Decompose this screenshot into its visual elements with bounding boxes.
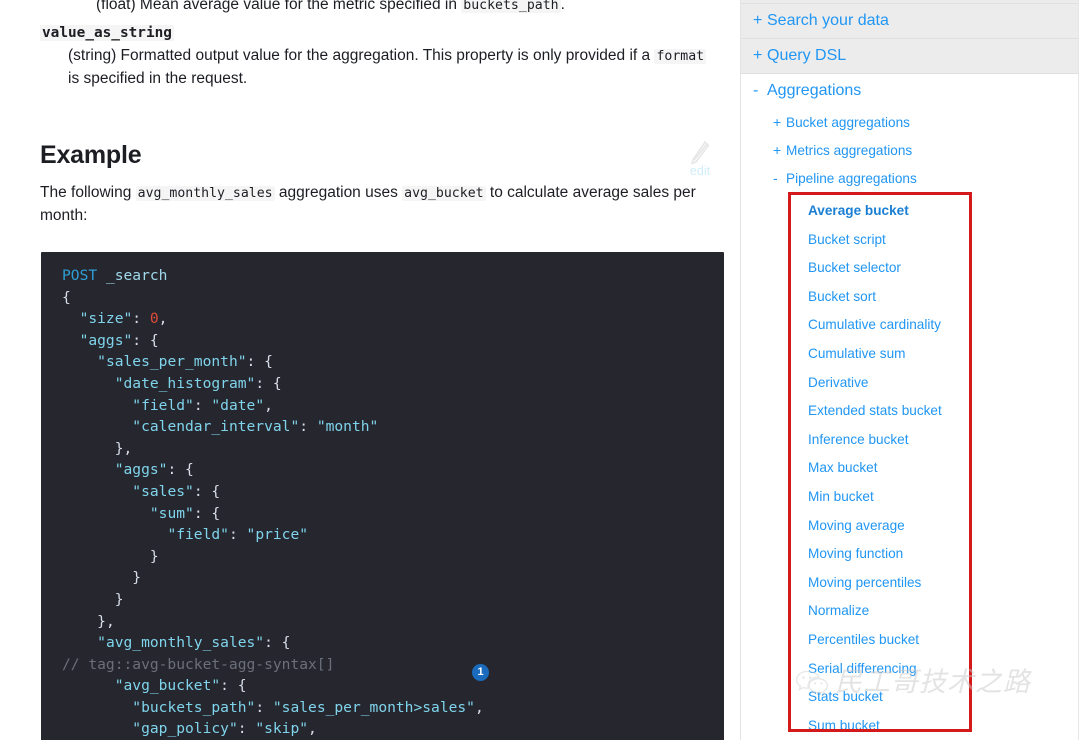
definition-term-value-as-string: value_as_string xyxy=(40,25,174,41)
sidebar-link-stats-bucket[interactable]: Stats bucket xyxy=(741,683,1078,712)
sidebar-subsection-label: Metrics aggregations xyxy=(786,143,912,158)
toggle-icon[interactable]: + xyxy=(773,143,786,157)
code-block-content: POST _search { "size": 0, "aggs": { "sal… xyxy=(41,252,724,740)
sidebar-link-percentiles-bucket[interactable]: Percentiles bucket xyxy=(741,626,1078,655)
http-path: _search xyxy=(106,267,168,284)
sidebar-section-label: Search your data xyxy=(767,12,889,30)
sidebar-navigation: +Search your data+Query DSL-Aggregations… xyxy=(740,0,1080,740)
sidebar-link-min-bucket[interactable]: Min bucket xyxy=(741,483,1078,512)
sidebar-link-cumulative-sum[interactable]: Cumulative sum xyxy=(741,340,1078,369)
documentation-content: (float) Mean average value for the metri… xyxy=(0,0,740,740)
code-callout-badge-1[interactable]: 1 xyxy=(472,664,489,681)
sidebar-link-serial-differencing[interactable]: Serial differencing xyxy=(741,655,1078,684)
sidebar-section-label: Aggregations xyxy=(767,82,861,100)
sidebar-link-max-bucket[interactable]: Max bucket xyxy=(741,454,1078,483)
term-desc-suffix: is specified in the request. xyxy=(68,70,247,87)
term-desc-prefix: (string) Formatted output value for the … xyxy=(68,47,654,64)
sidebar-section-label: Query DSL xyxy=(767,47,846,65)
definition-float-suffix: . xyxy=(561,0,565,13)
sidebar-leaf-list: Average bucketBucket scriptBucket select… xyxy=(741,192,1078,740)
sidebar-link-bucket-script[interactable]: Bucket script xyxy=(741,226,1078,255)
definition-float-description: (float) Mean average value for the metri… xyxy=(68,0,565,17)
definition-term-description: (string) Formatted output value for the … xyxy=(68,45,718,90)
toggle-icon[interactable]: + xyxy=(753,13,767,29)
sidebar-link-average-bucket[interactable]: Average bucket xyxy=(741,197,1078,226)
page-root: (float) Mean average value for the metri… xyxy=(0,0,1080,740)
edit-button[interactable]: edit xyxy=(682,140,718,178)
inline-code-buckets-path: buckets_path xyxy=(461,0,560,13)
sidebar-subsection-bucket-aggregations[interactable]: +Bucket aggregations xyxy=(741,108,1078,136)
sidebar-link-moving-percentiles[interactable]: Moving percentiles xyxy=(741,569,1078,598)
inline-code-format: format xyxy=(654,49,706,64)
toggle-icon[interactable]: + xyxy=(773,115,786,129)
sidebar-link-cumulative-cardinality[interactable]: Cumulative cardinality xyxy=(741,311,1078,340)
sidebar-link-bucket-sort[interactable]: Bucket sort xyxy=(741,283,1078,312)
sidebar-link-sum-bucket[interactable]: Sum bucket xyxy=(741,712,1078,740)
sidebar-subsection-pipeline-aggregations[interactable]: -Pipeline aggregations xyxy=(741,164,1078,192)
toggle-icon[interactable]: + xyxy=(753,48,767,64)
code-block-example[interactable]: POST _search { "size": 0, "aggs": { "sal… xyxy=(41,252,724,740)
sidebar-link-bucket-selector[interactable]: Bucket selector xyxy=(741,254,1078,283)
sidebar-subsection-label: Pipeline aggregations xyxy=(786,171,917,186)
sidebar-subsection-label: Bucket aggregations xyxy=(786,115,910,130)
sidebar-subsection-list: +Bucket aggregations+Metrics aggregation… xyxy=(741,108,1078,192)
sidebar-scroll-region[interactable]: +Search your data+Query DSL-Aggregations… xyxy=(741,0,1079,740)
para-part-2: aggregation uses xyxy=(275,184,403,201)
inline-code-avg-bucket: avg_bucket xyxy=(402,186,485,201)
sidebar-link-inference-bucket[interactable]: Inference bucket xyxy=(741,426,1078,455)
section-heading-example: Example xyxy=(40,140,141,170)
para-part-1: The following xyxy=(40,184,136,201)
sidebar-section-search-your-data[interactable]: +Search your data xyxy=(741,4,1078,39)
definition-float-prefix: (float) Mean average value for the metri… xyxy=(96,0,461,13)
http-method: POST xyxy=(62,267,97,284)
inline-code-avg-monthly-sales: avg_monthly_sales xyxy=(136,186,275,201)
sidebar-subsection-metrics-aggregations[interactable]: +Metrics aggregations xyxy=(741,136,1078,164)
toggle-icon[interactable]: - xyxy=(773,171,786,185)
sidebar-section-query-dsl[interactable]: +Query DSL xyxy=(741,39,1078,74)
edit-label: edit xyxy=(682,164,718,178)
sidebar-link-moving-function[interactable]: Moving function xyxy=(741,540,1078,569)
sidebar-link-moving-average[interactable]: Moving average xyxy=(741,512,1078,541)
toggle-icon[interactable]: - xyxy=(753,83,767,99)
sidebar-section-list: +Search your data+Query DSL-Aggregations xyxy=(741,4,1078,108)
definition-term-row: value_as_string xyxy=(40,24,174,42)
sidebar-section-aggregations[interactable]: -Aggregations xyxy=(741,74,1078,108)
sidebar-link-normalize[interactable]: Normalize xyxy=(741,597,1078,626)
sidebar-link-derivative[interactable]: Derivative xyxy=(741,369,1078,398)
pencil-icon xyxy=(682,140,718,166)
sidebar-link-extended-stats-bucket[interactable]: Extended stats bucket xyxy=(741,397,1078,426)
example-paragraph: The following avg_monthly_sales aggregat… xyxy=(40,182,730,227)
